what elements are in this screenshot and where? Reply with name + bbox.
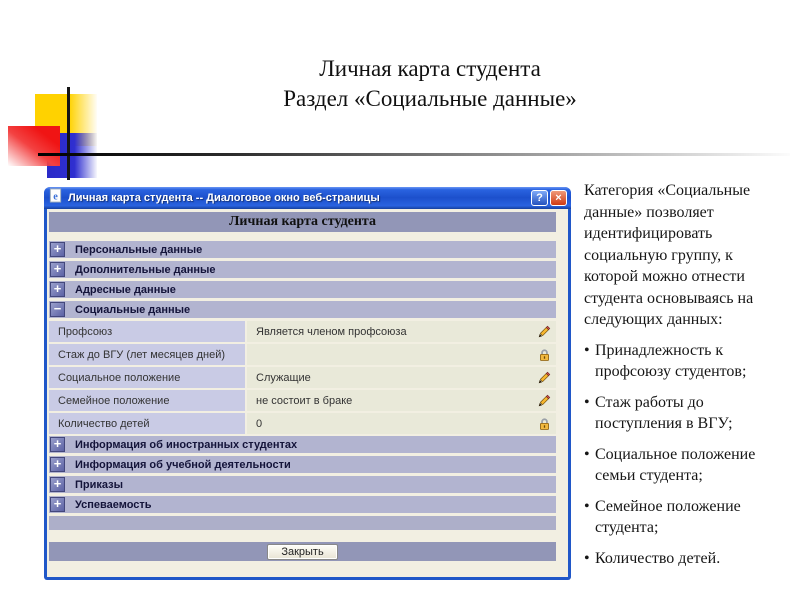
bullet-item: Социальное положение семьи студента;: [584, 444, 776, 487]
expand-icon[interactable]: +: [50, 497, 65, 512]
field-label: Количество детей: [49, 413, 245, 434]
expand-icon[interactable]: +: [50, 262, 65, 277]
field-label: Семейное положение: [49, 390, 245, 411]
slide-title-line1: Личная карта студента: [319, 56, 541, 81]
table-row: Профсоюз Является членом профсоюза: [49, 321, 556, 342]
section-label: Информация об учебной деятельности: [75, 458, 291, 471]
section-label: Приказы: [75, 478, 124, 491]
accordion: + Персональные данные + Дополнительные д…: [49, 241, 556, 530]
slide-body-text: Категория «Социальные данные» позволяет …: [584, 180, 776, 578]
section-address-data[interactable]: + Адресные данные: [49, 281, 556, 298]
field-value: [247, 344, 532, 365]
svg-text:e: e: [53, 192, 58, 203]
pencil-edit-icon[interactable]: [532, 367, 556, 388]
help-button[interactable]: ?: [531, 190, 548, 206]
section-social-data-expanded[interactable]: − Социальные данные: [49, 301, 556, 318]
web-page-dialog-window: e Личная карта студента -- Диалоговое ок…: [44, 187, 571, 580]
section-label: Информация об иностранных студентах: [75, 438, 298, 451]
dialog-header-band: Личная карта студента: [49, 212, 556, 232]
expand-icon[interactable]: +: [50, 477, 65, 492]
expand-icon[interactable]: +: [50, 242, 65, 257]
decor-red-square: [8, 126, 60, 166]
section-study-activity[interactable]: + Информация об учебной деятельности: [49, 456, 556, 473]
section-performance[interactable]: + Успеваемость: [49, 496, 556, 513]
decor-vertical-line: [67, 87, 70, 180]
slide-title-line2: Раздел «Социальные данные»: [283, 86, 577, 111]
field-label: Профсоюз: [49, 321, 245, 342]
dialog-title: Личная карта студента -- Диалоговое окно…: [68, 192, 380, 204]
section-label: Персональные данные: [75, 243, 203, 256]
field-value: Служащие: [247, 367, 532, 388]
bullet-item: Стаж работы до поступления в ВГУ;: [584, 392, 776, 435]
dialog-header-title: Личная карта студента: [229, 214, 376, 229]
table-row: Семейное положение не состоит в браке: [49, 390, 556, 411]
slide-title: Личная карта студента Раздел «Социальные…: [140, 54, 720, 114]
field-value: Является членом профсоюза: [247, 321, 532, 342]
section-orders[interactable]: + Приказы: [49, 476, 556, 493]
field-value: 0: [247, 413, 532, 434]
section-additional-data[interactable]: + Дополнительные данные: [49, 261, 556, 278]
close-dialog-button[interactable]: Закрыть: [267, 543, 338, 560]
lock-icon: [532, 413, 556, 434]
bullet-item: Принадлежность к профсоюзу студентов;: [584, 340, 776, 383]
bullet-item: Семейное положение студента;: [584, 496, 776, 539]
category-paragraph: Категория «Социальные данные» позволяет …: [584, 182, 754, 328]
pencil-edit-icon[interactable]: [532, 390, 556, 411]
dialog-body: Личная карта студента + Персональные дан…: [47, 209, 568, 577]
collapse-icon[interactable]: −: [50, 302, 65, 317]
section-label: Социальные данные: [75, 303, 191, 316]
decor-horizontal-rule: [38, 153, 790, 156]
close-window-button[interactable]: ×: [550, 190, 567, 206]
field-label: Социальное положение: [49, 367, 245, 388]
button-band: Закрыть: [49, 542, 556, 561]
section-label: Успеваемость: [75, 498, 152, 511]
field-value: не состоит в браке: [247, 390, 532, 411]
lock-icon: [532, 344, 556, 365]
ie-page-icon: e: [48, 188, 63, 208]
section-foreign-students[interactable]: + Информация об иностранных студентах: [49, 436, 556, 453]
field-label: Стаж до ВГУ (лет месяцев дней): [49, 344, 245, 365]
expand-icon[interactable]: +: [50, 437, 65, 452]
pencil-edit-icon[interactable]: [532, 321, 556, 342]
empty-band: [49, 516, 556, 530]
table-row: Стаж до ВГУ (лет месяцев дней): [49, 344, 556, 365]
section-personal-data[interactable]: + Персональные данные: [49, 241, 556, 258]
table-row: Социальное положение Служащие: [49, 367, 556, 388]
expand-icon[interactable]: +: [50, 282, 65, 297]
table-row: Количество детей 0: [49, 413, 556, 434]
section-label: Адресные данные: [75, 283, 176, 296]
bullet-item: Количество детей.: [584, 548, 776, 570]
expand-icon[interactable]: +: [50, 457, 65, 472]
section-label: Дополнительные данные: [75, 263, 216, 276]
dialog-titlebar[interactable]: e Личная карта студента -- Диалоговое ок…: [44, 187, 571, 209]
